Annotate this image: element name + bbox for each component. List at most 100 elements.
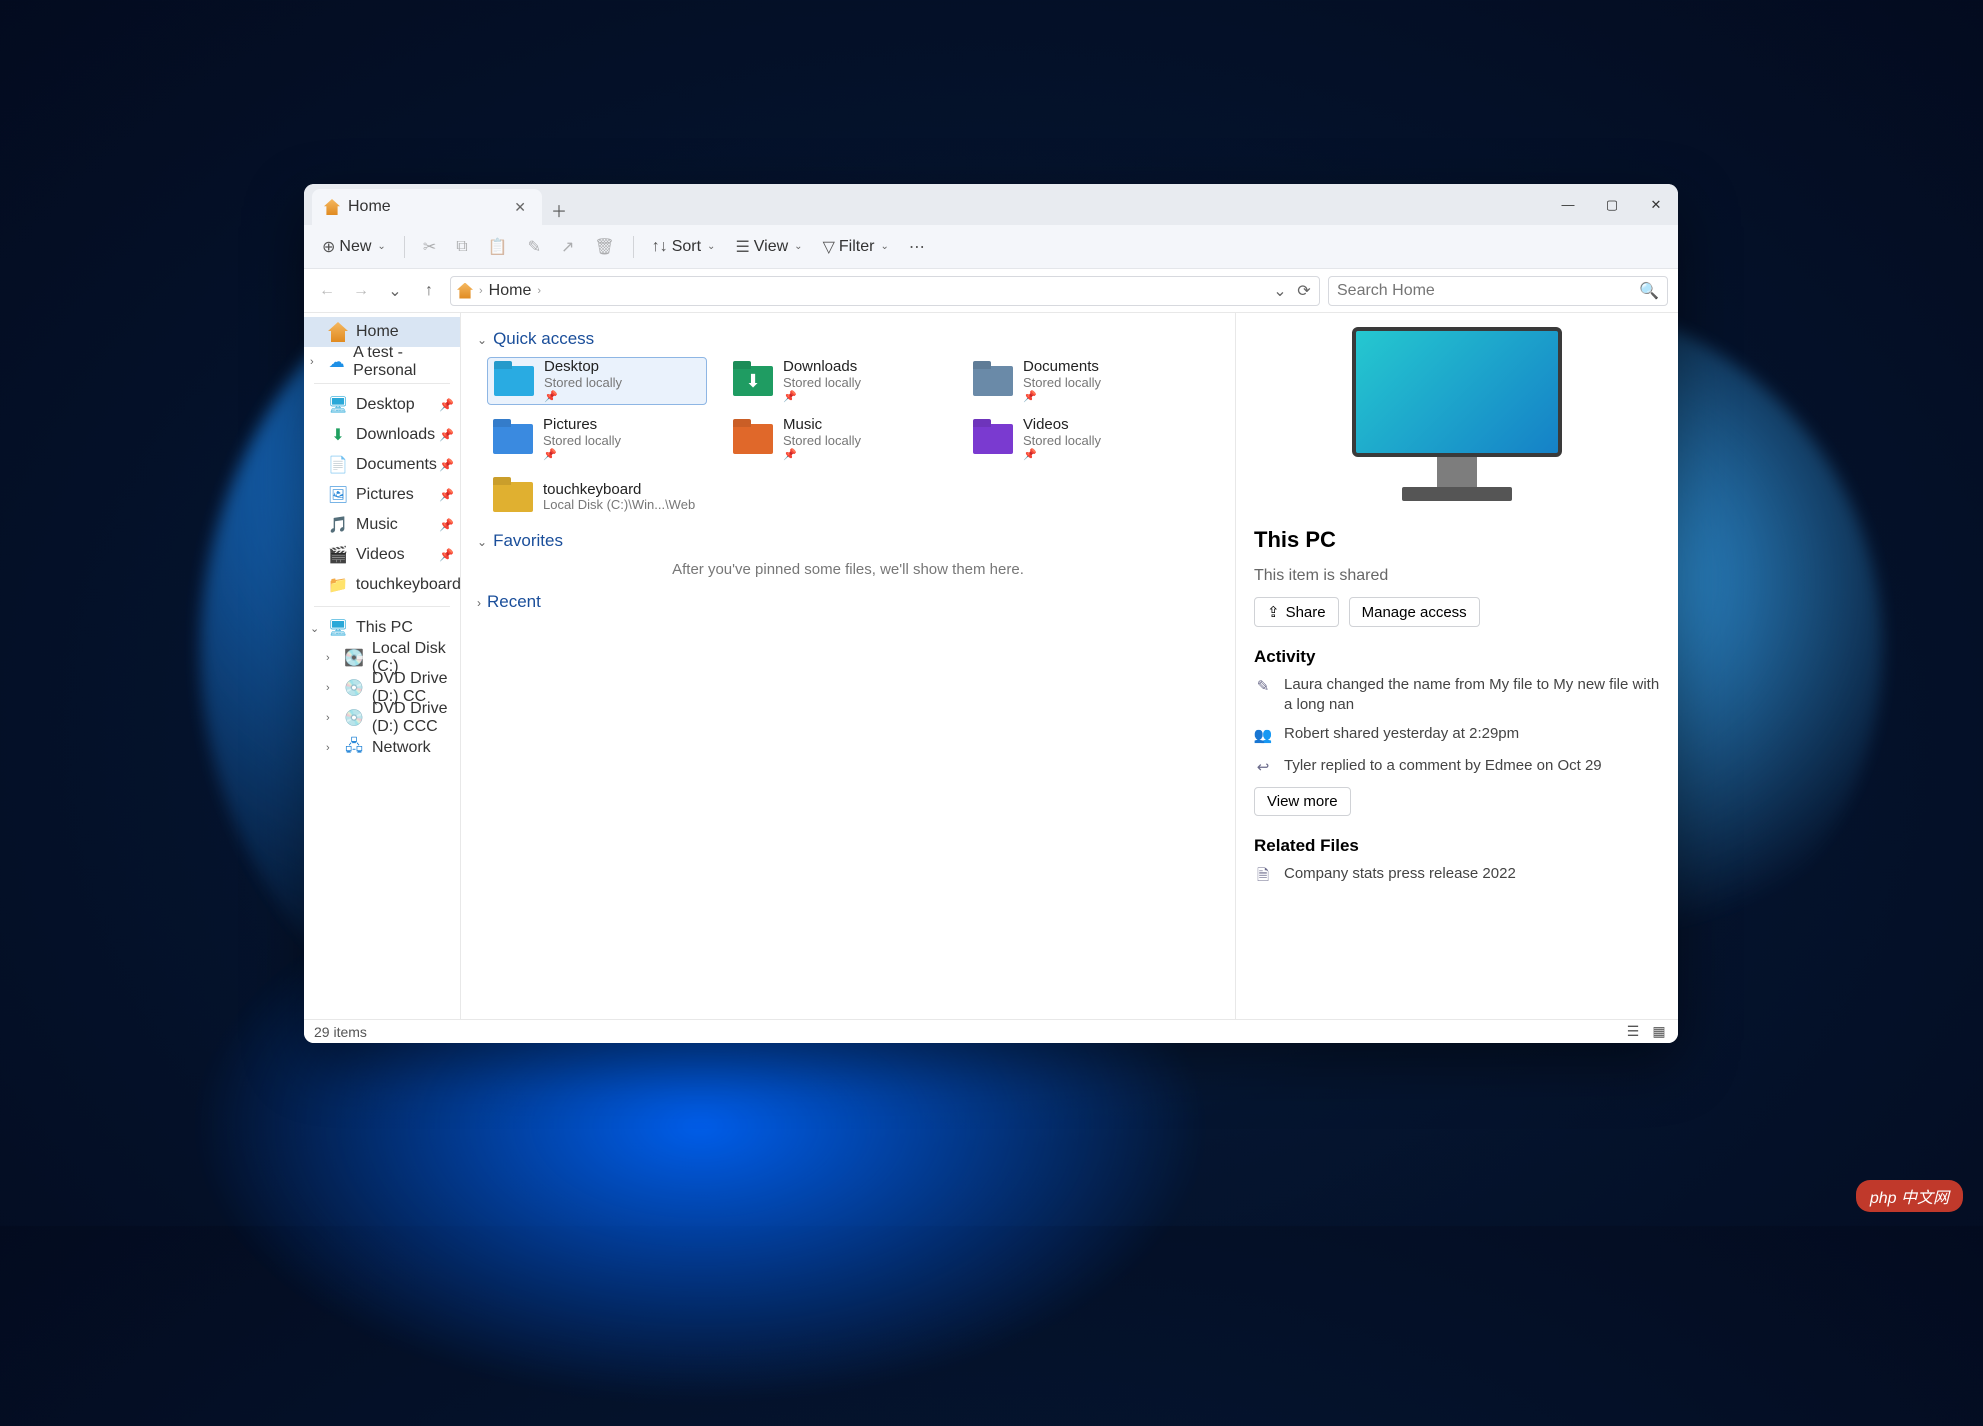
chevron-right-icon[interactable]: › [310,356,314,368]
back-button[interactable]: ← [314,278,340,304]
share-button[interactable]: ↗ [553,232,582,262]
filter-button[interactable]: ▽ Filter ⌄ [815,232,897,262]
activity-item: 👥 Robert shared yesterday at 2:29pm [1254,724,1660,746]
home-icon [328,322,348,342]
sidebar-item-music[interactable]: 🎵 Music 📌 [304,510,460,540]
pin-icon[interactable]: 📌 [439,488,454,502]
chevron-right-icon: › [537,285,541,297]
document-icon: 📄 [328,455,348,475]
close-tab-icon[interactable]: ✕ [510,197,530,218]
folder-icon: ⬇ [733,366,773,396]
chevron-down-icon: ⌄ [707,241,715,252]
search-box[interactable]: 🔍 [1328,276,1668,306]
clipboard-icon: 📋 [488,237,508,257]
download-icon: ⬇ [328,425,348,445]
pin-icon[interactable]: 📌 [439,428,454,442]
window-controls: — ▢ ✕ [1546,184,1678,225]
refresh-icon[interactable]: ⟳ [1295,282,1313,300]
chevron-right-icon[interactable]: › [326,742,330,754]
copy-button[interactable]: ⧉ [448,232,475,262]
pin-icon[interactable]: 📌 [439,398,454,412]
view-button[interactable]: ☰ View ⌄ [727,232,810,262]
sidebar-item-dvd-2[interactable]: › 💿 DVD Drive (D:) CCC [304,703,460,733]
pin-icon: 📌 [1023,448,1101,461]
section-favorites[interactable]: ⌄ Favorites [477,531,1219,551]
address-bar[interactable]: › Home › ⌄ ⟳ [450,276,1320,306]
sidebar-item-videos[interactable]: 🎬 Videos 📌 [304,540,460,570]
sidebar-item-pictures[interactable]: 🖼 Pictures 📌 [304,480,460,510]
sidebar-item-network[interactable]: › 🖧 Network [304,733,460,763]
icons-view-toggle[interactable]: ▦ [1650,1024,1668,1040]
titlebar: Home ✕ ＋ — ▢ ✕ [304,184,1678,225]
details-view-toggle[interactable]: ☰ [1624,1024,1642,1040]
share-button[interactable]: ⇪ Share [1254,597,1339,627]
sidebar-item-home[interactable]: Home [304,317,460,347]
qa-item-touchkeyboard[interactable]: touchkeyboard Local Disk (C:)\Win...\Web [487,473,707,521]
plus-circle-icon: ⊕ [322,237,335,257]
view-more-button[interactable]: View more [1254,787,1351,816]
sidebar-item-desktop[interactable]: 🖥 Desktop 📌 [304,390,460,420]
chevron-down-icon[interactable]: ⌄ [310,622,319,635]
chevron-down-icon: ⌄ [377,241,385,252]
qa-item-downloads[interactable]: ⬇ Downloads Stored locally 📌 [727,357,947,405]
close-button[interactable]: ✕ [1634,184,1678,225]
desktop-icon: 🖥 [328,395,348,415]
pin-icon[interactable]: 📌 [439,518,454,532]
qa-item-pictures[interactable]: Pictures Stored locally 📌 [487,415,707,463]
maximize-button[interactable]: ▢ [1590,184,1634,225]
section-quick-access[interactable]: ⌄ Quick access [477,329,1219,349]
minimize-button[interactable]: — [1546,184,1590,225]
sidebar-item-downloads[interactable]: ⬇ Downloads 📌 [304,420,460,450]
pin-icon: 📌 [783,390,861,403]
activity-heading: Activity [1254,647,1660,667]
chevron-right-icon[interactable]: › [326,682,330,694]
forward-button[interactable]: → [348,278,374,304]
search-icon: 🔍 [1639,281,1659,301]
recent-locations-button[interactable]: ⌄ [382,278,408,304]
sidebar-item-documents[interactable]: 📄 Documents 📌 [304,450,460,480]
sidebar-item-this-pc[interactable]: ⌄ 🖥 This PC [304,613,460,643]
network-icon: 🖧 [344,738,364,758]
onedrive-icon: ☁ [328,352,345,372]
qa-item-desktop[interactable]: Desktop Stored locally 📌 [487,357,707,405]
manage-access-button[interactable]: Manage access [1349,597,1480,627]
toolbar: ⊕ New ⌄ ✂ ⧉ 📋 ✎ ↗ 🗑 ↑↓ Sort ⌄ ☰ View ⌄ ▽… [304,225,1678,269]
more-button[interactable]: ⋯ [901,232,933,262]
address-row: ← → ⌄ ↑ › Home › ⌄ ⟳ 🔍 [304,269,1678,313]
sidebar-item-dvd-1[interactable]: › 💿 DVD Drive (D:) CC [304,673,460,703]
chevron-right-icon[interactable]: › [326,712,330,724]
chevron-right-icon[interactable]: › [326,652,330,664]
favorites-empty-hint: After you've pinned some files, we'll sh… [477,561,1219,578]
dvd-icon: 💿 [344,678,364,698]
new-button[interactable]: ⊕ New ⌄ [314,232,394,262]
up-button[interactable]: ↑ [416,278,442,304]
new-tab-button[interactable]: ＋ [542,195,576,225]
rename-button[interactable]: ✎ [520,232,549,262]
qa-item-documents[interactable]: Documents Stored locally 📌 [967,357,1187,405]
filter-icon: ▽ [823,237,835,257]
sidebar-item-touchkeyboard[interactable]: 📁 touchkeyboard 📌 [304,570,460,600]
related-file-item[interactable]: 🗎 Company stats press release 2022 [1254,864,1660,886]
qa-item-music[interactable]: Music Stored locally 📌 [727,415,947,463]
sort-button[interactable]: ↑↓ Sort ⌄ [644,232,724,262]
this-pc-icon [1352,327,1562,507]
pin-icon[interactable]: 📌 [439,548,454,562]
search-input[interactable] [1337,282,1639,300]
paste-button[interactable]: 📋 [480,232,516,262]
pin-icon[interactable]: 📌 [439,458,454,472]
sidebar-item-local-disk[interactable]: › 💽 Local Disk (C:) [304,643,460,673]
more-icon: ⋯ [909,237,925,257]
pc-icon: 🖥 [328,618,348,638]
section-recent[interactable]: › Recent [477,592,1219,612]
breadcrumb[interactable]: Home [489,282,532,300]
dvd-icon: 💿 [344,708,364,728]
qa-item-videos[interactable]: Videos Stored locally 📌 [967,415,1187,463]
chevron-right-icon: › [477,596,481,610]
tab-home[interactable]: Home ✕ [312,189,542,225]
file-explorer-window: Home ✕ ＋ — ▢ ✕ ⊕ New ⌄ ✂ ⧉ 📋 ✎ ↗ 🗑 ↑↓ So… [304,184,1678,1043]
sidebar-item-personal[interactable]: › ☁ A test - Personal [304,347,460,377]
delete-button[interactable]: 🗑 [586,232,622,262]
address-dropdown-icon[interactable]: ⌄ [1271,282,1289,300]
folder-icon [493,482,533,512]
cut-button[interactable]: ✂ [415,232,444,262]
